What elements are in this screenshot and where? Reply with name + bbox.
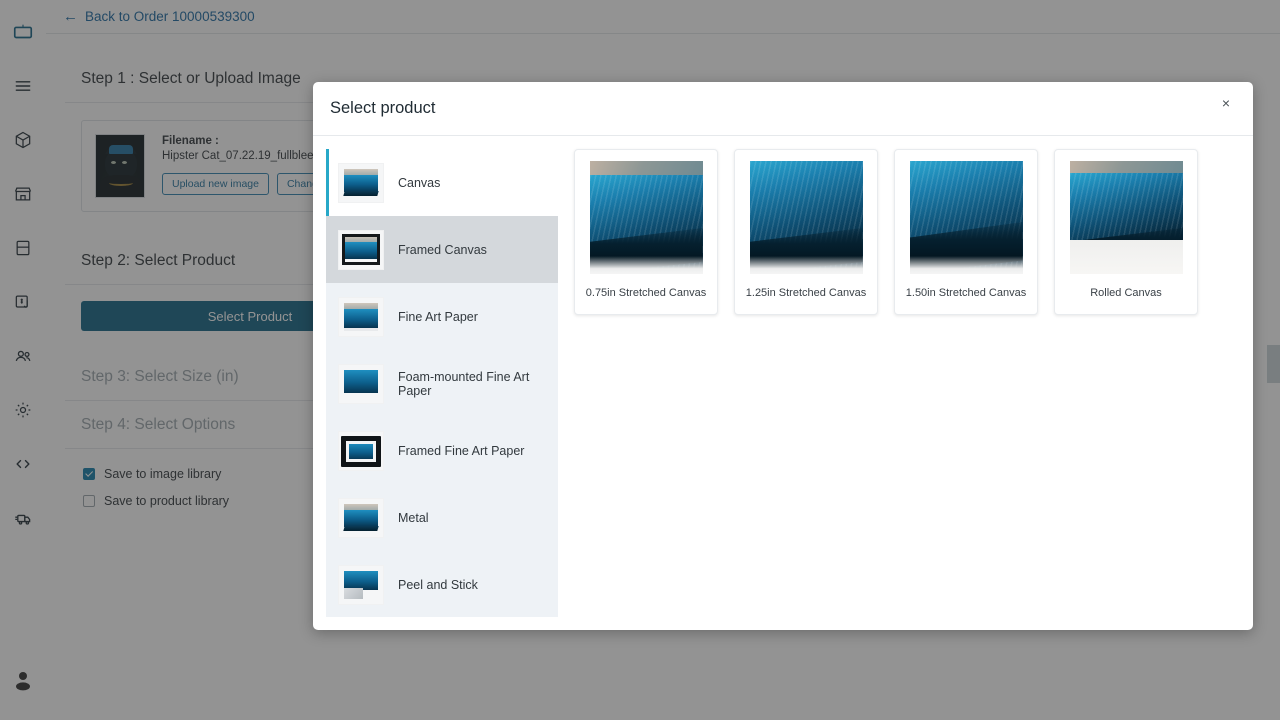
category-label: Peel and Stick [398,577,478,592]
product-label: Rolled Canvas [1090,287,1162,299]
modal-body: Canvas Framed Canvas Fine Art Paper Foam… [313,136,1253,630]
framed-fine-art-paper-thumbnail-icon [338,430,384,471]
fine-art-paper-thumbnail-icon [338,296,384,337]
product-card[interactable]: 1.25in Stretched Canvas [734,149,878,315]
category-item-metal[interactable]: Metal [326,484,558,551]
category-label: Foam-mounted Fine Art Paper [398,369,530,398]
framed-canvas-thumbnail-icon [338,229,384,270]
product-card[interactable]: 1.50in Stretched Canvas [894,149,1038,315]
product-label: 1.50in Stretched Canvas [905,287,1027,299]
product-category-list: Canvas Framed Canvas Fine Art Paper Foam… [326,149,558,617]
category-item-framed-canvas[interactable]: Framed Canvas [326,216,558,283]
product-image [589,161,703,274]
category-label: Metal [398,510,429,525]
metal-thumbnail-icon [338,497,384,538]
category-label: Fine Art Paper [398,309,478,324]
product-image [1069,161,1183,274]
product-card[interactable]: 0.75in Stretched Canvas [574,149,718,315]
product-image [909,161,1023,274]
category-item-fine-art-paper[interactable]: Fine Art Paper [326,283,558,350]
modal-title: Select product [330,99,436,117]
canvas-thumbnail-icon [338,162,384,203]
category-item-framed-fine-art-paper[interactable]: Framed Fine Art Paper [326,417,558,484]
close-icon[interactable]: × [1216,93,1236,113]
product-label: 0.75in Stretched Canvas [585,287,707,299]
category-label: Canvas [398,175,441,190]
category-item-canvas[interactable]: Canvas [326,149,558,216]
category-item-foam-mounted-fine-art-paper[interactable]: Foam-mounted Fine Art Paper [326,350,558,417]
app-root: ← Back to Order 10000539300 Step 1 : Sel… [0,0,1280,720]
category-label: Framed Canvas [398,242,487,257]
category-label: Framed Fine Art Paper [398,443,525,458]
product-image [749,161,863,274]
category-item-peel-and-stick[interactable]: Peel and Stick [326,551,558,617]
modal-header: Select product × [313,82,1253,136]
peel-and-stick-thumbnail-icon [338,564,384,605]
foam-mounted-thumbnail-icon [338,363,384,404]
product-card-grid: 0.75in Stretched Canvas 1.25in Stretched… [558,136,1253,630]
select-product-modal: Select product × Canvas Framed Canvas Fi… [313,82,1253,630]
product-label: 1.25in Stretched Canvas [745,287,867,299]
product-card[interactable]: Rolled Canvas [1054,149,1198,315]
